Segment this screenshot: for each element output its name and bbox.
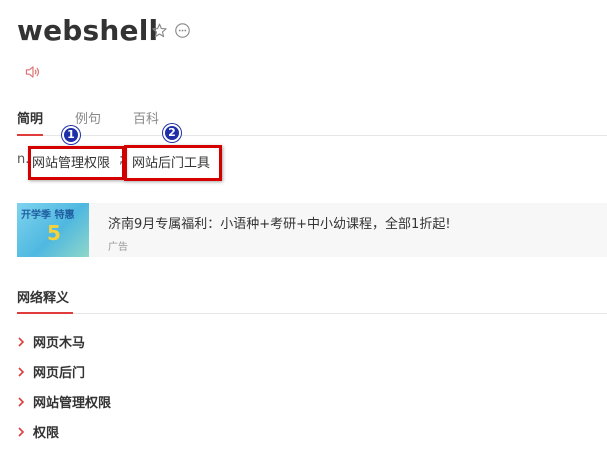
chevron-right-icon bbox=[18, 396, 25, 407]
network-item-label: 网页木马 bbox=[33, 336, 86, 351]
title-icons bbox=[151, 22, 191, 39]
highlight-box-1 bbox=[28, 146, 125, 180]
ad-thumbnail-number: 5 bbox=[47, 221, 61, 245]
section-divider bbox=[17, 313, 607, 314]
network-item[interactable]: 网页后门 bbox=[17, 362, 85, 381]
ad-title[interactable]: 济南9月专属福利：小语种+考研+中小幼课程，全部1折起! bbox=[108, 213, 451, 232]
network-item-label: 权限 bbox=[33, 426, 60, 441]
ad-thumbnail[interactable]: 开学季 特惠 5 bbox=[17, 203, 89, 257]
network-section-title: 网络释义 bbox=[17, 291, 70, 306]
more-dots-icon[interactable] bbox=[174, 22, 191, 39]
speaker-icon[interactable] bbox=[24, 64, 42, 84]
annotation-badge-1: 1 bbox=[62, 126, 80, 144]
network-item-label: 网页后门 bbox=[33, 366, 86, 381]
chevron-right-icon bbox=[18, 426, 25, 437]
chevron-right-icon bbox=[18, 366, 25, 377]
highlight-box-2 bbox=[124, 145, 222, 181]
section-accent-bar bbox=[17, 312, 73, 314]
word-title: webshell bbox=[17, 14, 159, 47]
annotation-badge-2: 2 bbox=[163, 124, 181, 142]
network-item[interactable]: 权限 bbox=[17, 422, 59, 441]
definition-tabs: 简明 例句 百科 bbox=[17, 108, 607, 136]
network-item[interactable]: 网站管理权限 bbox=[17, 392, 111, 411]
ad-label: 广告 bbox=[108, 242, 128, 253]
ad-banner[interactable]: 开学季 特惠 5 济南9月专属福利：小语种+考研+中小幼课程，全部1折起! 广告 bbox=[17, 203, 607, 257]
star-outline-icon[interactable] bbox=[151, 22, 168, 39]
network-item-label: 网站管理权限 bbox=[33, 396, 112, 411]
network-item[interactable]: 网页木马 bbox=[17, 332, 85, 351]
tab-examples[interactable]: 例句 bbox=[75, 108, 101, 127]
chevron-right-icon bbox=[18, 336, 25, 347]
dictionary-page: webshell 简明 例句 百科 n. 网站管理权限 ; 网站后门工具 1 2… bbox=[0, 0, 607, 449]
tab-brief[interactable]: 简明 bbox=[17, 108, 44, 136]
tab-encyclopedia[interactable]: 百科 bbox=[133, 108, 159, 127]
